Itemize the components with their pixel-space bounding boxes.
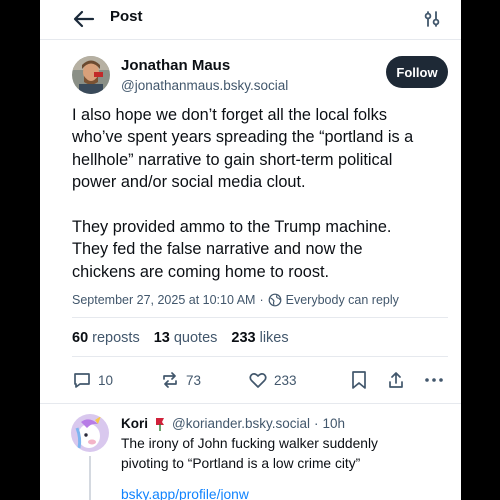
like-count: 233 [274,372,297,388]
repost-count: 73 [186,372,202,388]
reposts-label: reposts [92,330,140,346]
divider [72,317,448,318]
reply-count: 10 [98,372,114,388]
bookmark-icon [352,371,366,389]
reply-link[interactable]: bsky.app/profile/jonw [121,487,249,500]
follow-button[interactable]: Follow [386,56,448,88]
repost-icon [163,372,177,388]
app-frame: Post Jonathan Maus @jonathanmaus.bsky.so… [40,0,461,500]
likes-label: likes [259,330,289,346]
like-button[interactable]: 233 [248,369,297,391]
reply-button[interactable]: 10 [72,369,113,391]
author-handle[interactable]: @jonathanmaus.bsky.social [121,78,288,93]
comment-icon [74,373,90,388]
arrow-left-icon[interactable] [72,8,96,30]
sliders-icon[interactable] [422,9,442,29]
likes-stat[interactable]: 233 likes [231,330,288,346]
divider [72,356,448,357]
reply-setting[interactable]: Everybody can reply [286,293,399,307]
author-name[interactable]: Jonathan Maus [121,57,230,74]
post-stats: 60 reposts 13 quotes 233 likes [72,330,289,346]
reply-author-name[interactable]: Kori [121,416,148,431]
quotes-count: 13 [153,330,170,346]
post-timestamp[interactable]: September 27, 2025 at 10:10 AM [72,293,255,307]
quotes-stat[interactable]: 13 quotes [154,330,218,346]
globe-icon [268,293,282,307]
share-icon [389,372,403,388]
rose-icon [156,417,164,431]
thread-line [89,456,91,500]
share-button[interactable] [386,369,412,391]
more-button[interactable] [424,369,450,391]
meta-separator: · [259,293,264,307]
reply-avatar[interactable] [71,414,109,452]
reply-author-handle[interactable]: @koriander.bsky.social [172,416,310,431]
reply-time[interactable]: 10h [323,416,346,431]
reply-separator: · [314,416,319,431]
post-actions: 10 73 233 [72,369,448,393]
reposts-count: 60 [72,330,89,346]
reply-header: Kori @koriander.bsky.social · 10h [121,416,345,431]
post-text: I also hope we don’t forget all the loca… [72,106,414,281]
quotes-label: quotes [173,330,218,346]
more-icon [425,378,443,382]
repost-button[interactable]: 73 [160,369,201,391]
likes-count: 233 [231,330,256,346]
reposts-stat[interactable]: 60 reposts [72,330,140,346]
heart-icon [249,373,267,388]
top-bar: Post [40,0,461,40]
bookmark-button[interactable] [350,369,374,391]
post-meta: September 27, 2025 at 10:10 AM · Everybo… [72,293,399,307]
reply-text: The irony of John fucking walker suddenl… [121,436,378,471]
reply-divider [40,403,461,404]
avatar[interactable] [72,56,110,94]
page-title: Post [110,8,143,25]
